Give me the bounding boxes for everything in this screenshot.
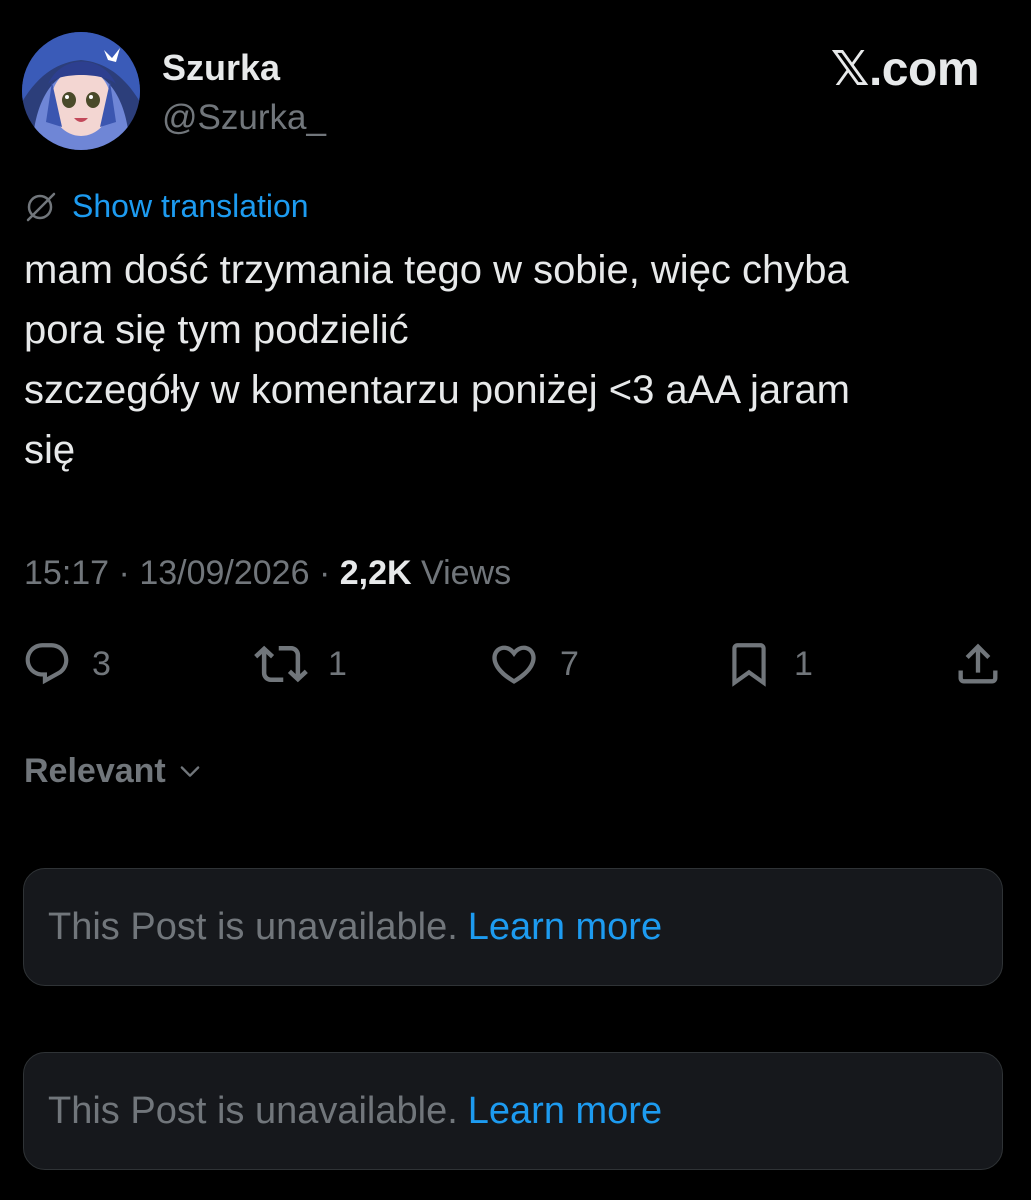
- unavailable-post-card: This Post is unavailable. Learn more: [23, 1052, 1003, 1170]
- learn-more-link[interactable]: Learn more: [468, 1090, 662, 1133]
- post-text-line: się: [24, 428, 76, 472]
- post-text-line: mam dość trzymania tego w sobie, więc ch…: [24, 248, 849, 292]
- unavailable-message: This Post is unavailable.: [48, 1089, 458, 1132]
- post-time[interactable]: 15:17: [24, 554, 109, 592]
- brand-logo: 𝕏.com: [830, 43, 980, 96]
- reply-sort-label: Relevant: [24, 751, 166, 790]
- bookmark-button[interactable]: 1: [724, 632, 813, 696]
- like-button[interactable]: 7: [488, 632, 579, 696]
- reply-icon: [25, 643, 69, 685]
- reply-count: 3: [92, 644, 111, 683]
- show-translation-row[interactable]: Show translation: [24, 184, 309, 228]
- learn-more-link[interactable]: Learn more: [468, 906, 662, 949]
- bookmark-icon: [732, 643, 766, 687]
- avatar[interactable]: [22, 32, 140, 150]
- meta-separator: ·: [318, 554, 331, 592]
- globe-slash-icon: [24, 189, 58, 223]
- repost-button[interactable]: 1: [254, 632, 347, 696]
- post-text-line: szczegóły w komentarzu poniżej <3 aAA ja…: [24, 368, 850, 412]
- chevron-down-icon: [180, 766, 200, 777]
- unavailable-post-card: This Post is unavailable. Learn more: [23, 868, 1003, 986]
- unavailable-message: This Post is unavailable.: [48, 905, 458, 948]
- reply-sort-dropdown[interactable]: Relevant: [24, 748, 204, 794]
- show-translation-link[interactable]: Show translation: [72, 188, 309, 225]
- repost-icon: [254, 645, 308, 683]
- post-text-line: pora się tym podzielić: [24, 308, 409, 352]
- share-icon: [958, 643, 998, 684]
- meta-separator: ·: [118, 554, 130, 592]
- like-count: 7: [560, 644, 579, 683]
- reply-button[interactable]: 3: [22, 632, 111, 696]
- views-count: 2,2K: [339, 554, 412, 592]
- user-handle[interactable]: @Szurka_: [162, 96, 326, 140]
- avatar-image: [22, 32, 140, 150]
- post-date[interactable]: 13/09/2026: [139, 554, 309, 592]
- views-label: Views: [421, 554, 512, 592]
- share-button[interactable]: [952, 632, 1004, 696]
- display-name[interactable]: Szurka: [162, 46, 280, 90]
- heart-icon: [492, 645, 536, 684]
- post-meta: 15:17 · 13/09/2026 · 2,2K Views: [24, 550, 511, 596]
- action-bar: 3 1 7 1: [22, 632, 1007, 696]
- bookmark-count: 1: [794, 644, 813, 683]
- post-text: mam dość trzymania tego w sobie, więc ch…: [24, 240, 999, 480]
- repost-count: 1: [328, 644, 347, 683]
